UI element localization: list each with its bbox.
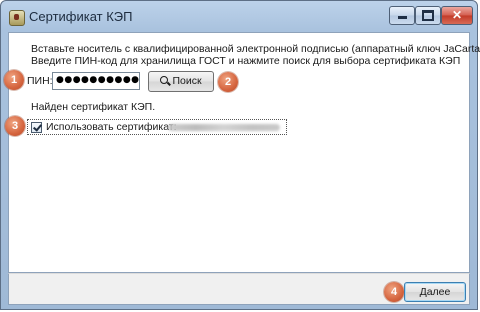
- dialog-window: Сертификат КЭП ✕ Вставьте носитель с ква…: [0, 0, 480, 310]
- minimize-button[interactable]: [389, 6, 415, 25]
- step-badge-3: 3: [5, 116, 25, 136]
- use-certificate-checkbox[interactable]: [31, 122, 42, 133]
- search-button[interactable]: Поиск: [148, 71, 214, 92]
- next-button[interactable]: Далее: [404, 282, 466, 302]
- pin-input[interactable]: ●●●●●●●●●●: [52, 72, 140, 90]
- step-badge-4: 4: [384, 282, 404, 302]
- app-shield-icon: [9, 10, 25, 26]
- pin-label: ПИН:: [27, 75, 53, 87]
- step-badge-1: 1: [4, 70, 24, 90]
- window-title: Сертификат КЭП: [29, 9, 133, 24]
- checkmark-icon: [33, 122, 42, 132]
- close-icon: ✕: [451, 8, 463, 22]
- use-certificate-label: Использовать сертификат:: [46, 121, 177, 133]
- maximize-icon: [422, 10, 434, 21]
- instruction-line-2: Введите ПИН-код для хранилища ГОСТ и наж…: [31, 55, 461, 67]
- close-button[interactable]: ✕: [441, 6, 473, 25]
- use-certificate-checkbox-row[interactable]: Использовать сертификат:: [27, 119, 287, 135]
- instruction-line-1: Вставьте носитель с квалифицированной эл…: [31, 43, 480, 55]
- step-badge-2: 2: [218, 72, 238, 92]
- search-icon: [160, 76, 169, 84]
- dialog-content: [8, 32, 470, 273]
- found-status-text: Найден сертификат КЭП.: [31, 101, 156, 113]
- certificate-name-redacted: [168, 124, 280, 131]
- minimize-icon: [397, 16, 407, 19]
- maximize-button[interactable]: [415, 6, 441, 25]
- title-bar[interactable]: Сертификат КЭП ✕: [1, 1, 477, 33]
- search-button-label: Поиск: [172, 75, 202, 87]
